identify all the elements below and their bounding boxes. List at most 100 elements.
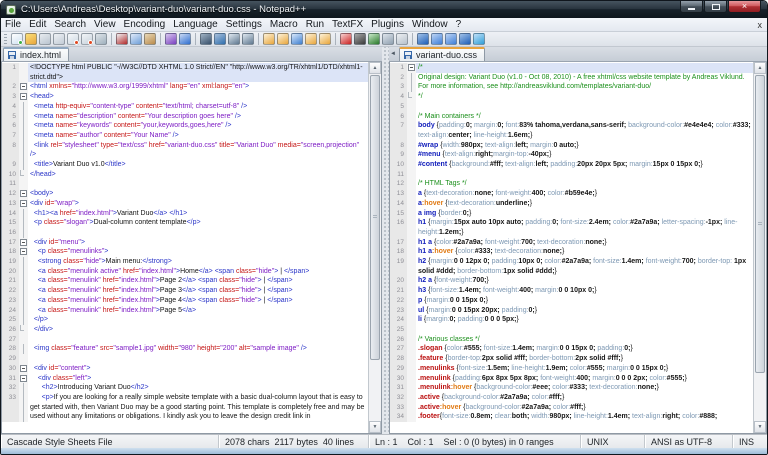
- right-code-area[interactable]: 1/*2Original design: Variant Duo (v1.0 -…: [390, 62, 753, 433]
- code-line[interactable]: 23ul {margin:0 0 15px 20px; padding:0;}: [390, 306, 753, 316]
- fold-collapse-icon[interactable]: [20, 248, 27, 255]
- fold-collapse-icon[interactable]: [20, 239, 27, 246]
- macro-save-icon[interactable]: [382, 33, 394, 45]
- save-icon[interactable]: [39, 33, 51, 45]
- print-icon[interactable]: [95, 33, 107, 45]
- code-line[interactable]: 11: [390, 170, 753, 180]
- code-line[interactable]: 9#menu {text-align:right;margin-top:-40p…: [390, 150, 753, 160]
- redo-icon[interactable]: [179, 33, 191, 45]
- maximize-button[interactable]: [704, 1, 727, 13]
- code-line[interactable]: 22 <a class="menulink" href="index.html"…: [2, 286, 368, 296]
- fold-margin[interactable]: [19, 238, 28, 248]
- code-line[interactable]: 1<!DOCTYPE html PUBLIC "-//W3C//DTD XHTM…: [2, 63, 368, 82]
- menu-item-window[interactable]: Window: [408, 18, 452, 32]
- code-line[interactable]: 21 <a class="menulink" href="index.html"…: [2, 276, 368, 286]
- code-line[interactable]: 33.active:hover {background-color:#2a7a9…: [390, 403, 753, 413]
- code-line[interactable]: 29: [2, 354, 368, 364]
- zoom-out-icon[interactable]: [242, 33, 254, 45]
- fold-margin[interactable]: [19, 82, 28, 92]
- code-line[interactable]: 3<head>: [2, 92, 368, 102]
- doc-switcher-icon[interactable]: [291, 33, 303, 45]
- save-all-icon[interactable]: [67, 33, 79, 45]
- code-line[interactable]: 32 <h2>Introducing Variant Duo</h2>: [2, 383, 368, 393]
- code-line[interactable]: 19 <strong class="hide">Main menu:</stro…: [2, 257, 368, 267]
- code-line[interactable]: 20 <a class="menulink active" href="inde…: [2, 267, 368, 277]
- code-line[interactable]: 7body {padding:0; margin:0; font:83% tah…: [390, 121, 753, 140]
- indent-guide-icon[interactable]: [305, 33, 317, 45]
- code-line[interactable]: 24 <a class="menulink" href="index.html"…: [2, 306, 368, 316]
- scroll-thumb[interactable]: [755, 75, 765, 373]
- copy-icon[interactable]: [130, 33, 142, 45]
- code-line[interactable]: 25 </p>: [2, 315, 368, 325]
- sync-scroll-vertical-icon[interactable]: [417, 33, 429, 45]
- code-line[interactable]: 20h2 a {font-weight:700;}: [390, 276, 753, 286]
- scroll-track[interactable]: [369, 74, 381, 421]
- toolbar-grip[interactable]: [4, 34, 7, 45]
- triangle-up-icon[interactable]: [431, 33, 443, 45]
- scroll-up-icon[interactable]: ▲: [369, 62, 381, 74]
- close-document-icon[interactable]: [81, 33, 93, 45]
- fold-margin[interactable]: [407, 63, 416, 73]
- code-line[interactable]: 18 <p class="menulinks">: [2, 247, 368, 257]
- title-bar[interactable]: C:\Users\Andreas\Desktop\variant-duo\var…: [1, 1, 767, 18]
- code-line[interactable]: 30 <div id="content">: [2, 364, 368, 374]
- menu-item-textfx[interactable]: TextFX: [328, 18, 367, 32]
- code-line[interactable]: 14a:hover {text-decoration:underline;}: [390, 199, 753, 209]
- scroll-up-icon[interactable]: ▲: [754, 62, 766, 74]
- code-line[interactable]: 34.footer{font-size:0.8em; clear:both; w…: [390, 412, 753, 422]
- code-line[interactable]: 21h3 {font-size:1.4em; font-weight:400; …: [390, 286, 753, 296]
- tab-index-html[interactable]: index.html: [3, 47, 69, 61]
- fold-collapse-icon[interactable]: [20, 93, 27, 100]
- cut-icon[interactable]: [116, 33, 128, 45]
- code-line[interactable]: 15 <p class="slogan">Dual-column content…: [2, 218, 368, 228]
- close-document-icon[interactable]: x: [758, 18, 763, 32]
- left-vertical-scrollbar[interactable]: ▲ ▼: [368, 62, 381, 433]
- code-line[interactable]: 16h1 {margin:15px auto 10px auto; paddin…: [390, 218, 753, 237]
- scroll-track[interactable]: [754, 74, 766, 421]
- code-line[interactable]: 10</head>: [2, 170, 368, 180]
- scroll-down-icon[interactable]: ▼: [754, 421, 766, 433]
- code-line[interactable]: 26 </div>: [2, 325, 368, 335]
- right-vertical-scrollbar[interactable]: ▲ ▼: [753, 62, 766, 433]
- code-line[interactable]: 11: [2, 179, 368, 189]
- code-line[interactable]: 9 <title>Variant Duo v1.0</title>: [2, 160, 368, 170]
- code-line[interactable]: 12<body>: [2, 189, 368, 199]
- code-line[interactable]: 4*/: [390, 92, 753, 102]
- word-wrap-icon[interactable]: [263, 33, 275, 45]
- code-line[interactable]: 17 <div id="menu">: [2, 238, 368, 248]
- macro-play-icon[interactable]: [368, 33, 380, 45]
- fold-margin[interactable]: [19, 92, 28, 102]
- find-icon[interactable]: [200, 33, 212, 45]
- code-line[interactable]: 12/* HTML Tags */: [390, 179, 753, 189]
- code-line[interactable]: 31 <div class="left">: [2, 374, 368, 384]
- function-list-icon[interactable]: [319, 33, 331, 45]
- code-line[interactable]: 3For more information, see http://andrea…: [390, 82, 753, 92]
- code-line[interactable]: 31.menulink:hover {background-color:#eee…: [390, 383, 753, 393]
- sync-scroll-horizontal-icon[interactable]: [459, 33, 471, 45]
- code-line[interactable]: 29.menulinks {font-size:1.5em; line-heig…: [390, 364, 753, 374]
- fold-collapse-icon[interactable]: [20, 83, 27, 90]
- code-line[interactable]: 17h1 a {color:#2a7a9a; font-weight:700; …: [390, 238, 753, 248]
- code-line[interactable]: 7 <meta name="author" content="Your Name…: [2, 131, 368, 141]
- menu-item-edit[interactable]: Edit: [25, 18, 50, 32]
- spell-check-icon[interactable]: [473, 33, 485, 45]
- menu-item-plugins[interactable]: Plugins: [367, 18, 408, 32]
- close-button[interactable]: ×: [728, 1, 761, 13]
- left-code-area[interactable]: 1<!DOCTYPE html PUBLIC "-//W3C//DTD XHTM…: [2, 62, 368, 433]
- scroll-down-icon[interactable]: ▼: [369, 421, 381, 433]
- menu-item-run[interactable]: Run: [302, 18, 328, 32]
- code-line[interactable]: 30.menulink {padding:6px 8px 5px 8px; fo…: [390, 374, 753, 384]
- code-line[interactable]: 10#content {background:#fff; text-align:…: [390, 160, 753, 170]
- save-copy-icon[interactable]: [53, 33, 65, 45]
- open-folder-icon[interactable]: [25, 33, 37, 45]
- code-line[interactable]: 2<html xmlns="http://www.w3.org/1999/xht…: [2, 82, 368, 92]
- menu-item-settings[interactable]: Settings: [222, 18, 266, 32]
- code-line[interactable]: 22p {margin:0 0 15px 0;}: [390, 296, 753, 306]
- macro-run-multiple-icon[interactable]: [396, 33, 408, 45]
- code-line[interactable]: 26/* Various classes */: [390, 335, 753, 345]
- fold-collapse-icon[interactable]: [20, 375, 27, 382]
- menu-item-language[interactable]: Language: [169, 18, 222, 32]
- fold-collapse-icon[interactable]: [20, 190, 27, 197]
- new-file-icon[interactable]: [11, 33, 23, 45]
- code-line[interactable]: 18h1 a:hover {color:#333; text-decoratio…: [390, 247, 753, 257]
